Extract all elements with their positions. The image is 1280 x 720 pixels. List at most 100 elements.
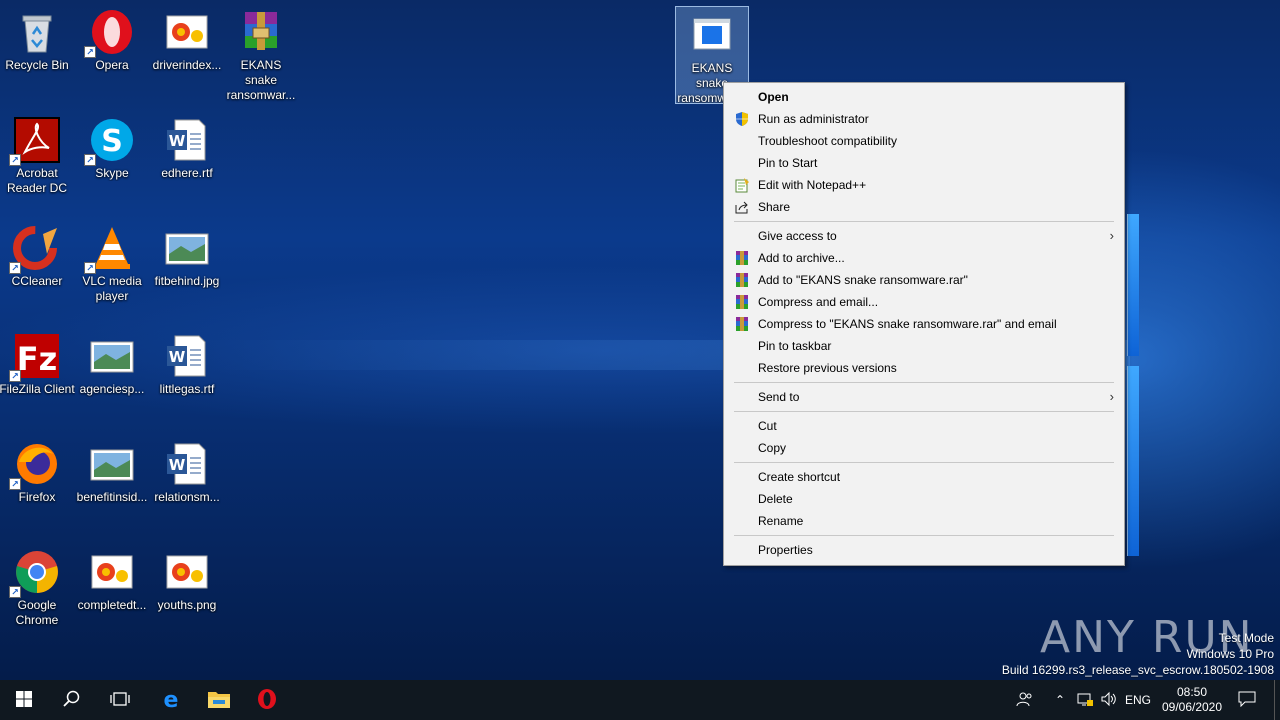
menu-item-rename[interactable]: Rename <box>724 510 1124 532</box>
shortcut-arrow-icon: ↗ <box>9 154 21 166</box>
menu-item-label: Add to archive... <box>758 251 845 265</box>
menu-item-copy[interactable]: Copy <box>724 437 1124 459</box>
menu-item-troubleshoot[interactable]: Troubleshoot compatibility <box>724 130 1124 152</box>
menu-separator <box>734 535 1114 536</box>
desktop-icon-fitbehind[interactable]: fitbehind.jpg <box>150 220 224 289</box>
desktop-icon-completedt[interactable]: completedt... <box>75 544 149 613</box>
taskbar-opera[interactable] <box>244 680 290 720</box>
svg-text:e: e <box>164 688 179 710</box>
start-button[interactable] <box>0 680 48 720</box>
desktop-icon-label: EKANS snake ransomwar... <box>226 58 296 102</box>
test-mode-watermark: Test Mode Windows 10 Pro Build 16299.rs3… <box>1002 630 1274 678</box>
clock-time: 08:50 <box>1176 685 1208 699</box>
menu-item-pin-to-start[interactable]: Pin to Start <box>724 152 1124 174</box>
desktop-icon-edhere[interactable]: W edhere.rtf <box>150 112 224 181</box>
svg-text:W: W <box>169 456 186 474</box>
clock[interactable]: 08:50 09/06/2020 <box>1158 680 1226 720</box>
menu-item-label: Copy <box>758 441 787 455</box>
taskbar-edge[interactable]: e <box>148 680 194 720</box>
skype-icon: S ↗ <box>84 116 136 166</box>
desktop-icon-agenciesp[interactable]: agenciesp... <box>75 328 149 397</box>
desktop-icon-driverindex[interactable]: driverindex... <box>150 4 224 73</box>
menu-item-label: Rename <box>758 514 804 528</box>
people-icon <box>1016 691 1034 710</box>
desktop-icon-vlc[interactable]: ↗ VLC media player <box>75 220 149 304</box>
menu-separator <box>734 411 1114 412</box>
desktop-icon-label: youths.png <box>157 598 217 612</box>
acrobat-icon: ↗ <box>9 116 61 166</box>
winrar-icon <box>734 294 750 310</box>
desktop-icon-chrome[interactable]: ↗ Google Chrome <box>0 544 74 628</box>
desktop-icon-littlegas[interactable]: W littlegas.rtf <box>150 328 224 397</box>
menu-item-open[interactable]: Open <box>724 86 1124 108</box>
task-view-button[interactable] <box>96 680 144 720</box>
menu-item-compress-to-rar-email[interactable]: Compress to "EKANS snake ransomware.rar"… <box>724 313 1124 335</box>
chrome-icon: ↗ <box>9 548 61 598</box>
desktop-icon-label: relationsm... <box>154 490 220 504</box>
shortcut-arrow-icon: ↗ <box>9 370 21 382</box>
menu-item-label: Compress and email... <box>758 295 879 309</box>
people-button[interactable] <box>1012 680 1038 720</box>
menu-item-label: Pin to Start <box>758 156 818 170</box>
menu-item-add-to-archive[interactable]: Add to archive... <box>724 247 1124 269</box>
language-indicator[interactable]: ENG <box>1122 680 1154 720</box>
desktop-icon-opera[interactable]: ↗ Opera <box>75 4 149 73</box>
menu-item-pin-to-taskbar[interactable]: Pin to taskbar <box>724 335 1124 357</box>
desktop-icon-label: Recycle Bin <box>5 58 69 72</box>
show-hidden-icons-button[interactable]: ⌃ <box>1050 680 1070 720</box>
menu-item-properties[interactable]: Properties <box>724 539 1124 561</box>
start-icon <box>16 690 32 710</box>
image-file-icon <box>88 548 136 596</box>
desktop-icon-recycle-bin[interactable]: Recycle Bin <box>0 4 74 73</box>
menu-item-create-shortcut[interactable]: Create shortcut <box>724 466 1124 488</box>
language-label: ENG <box>1124 693 1151 707</box>
shortcut-arrow-icon: ↗ <box>84 154 96 166</box>
menu-item-label: Open <box>758 90 789 104</box>
menu-item-label: Create shortcut <box>758 470 841 484</box>
show-desktop-button[interactable] <box>1274 680 1280 720</box>
menu-item-add-to-rar[interactable]: Add to "EKANS snake ransomware.rar" <box>724 269 1124 291</box>
menu-item-delete[interactable]: Delete <box>724 488 1124 510</box>
menu-item-edit-notepadpp[interactable]: Edit with Notepad++ <box>724 174 1124 196</box>
desktop-icon-benefitinsid[interactable]: benefitinsid... <box>75 436 149 505</box>
menu-item-label: Restore previous versions <box>758 361 897 375</box>
svg-text:W: W <box>169 132 186 150</box>
desktop-icon-ccleaner[interactable]: ↗ CCleaner <box>0 220 74 289</box>
watermark-line: Windows 10 Pro <box>1186 647 1274 661</box>
menu-item-give-access[interactable]: Give access to › <box>724 225 1124 247</box>
filezilla-icon: Fz ↗ <box>9 332 61 382</box>
notepadpp-icon <box>734 177 750 193</box>
menu-item-label: Troubleshoot compatibility <box>758 134 897 148</box>
task-view-icon <box>110 691 130 710</box>
desktop-icon-relationsm[interactable]: W relationsm... <box>150 436 224 505</box>
winrar-icon <box>734 272 750 288</box>
desktop[interactable]: Recycle Bin ↗ Acrobat Reader DC ↗ CClean… <box>0 0 1280 680</box>
taskbar-file-explorer[interactable] <box>196 680 242 720</box>
word-doc-icon: W <box>163 440 211 488</box>
winrar-icon <box>734 316 750 332</box>
shortcut-arrow-icon: ↗ <box>9 262 21 274</box>
notification-icon <box>1238 691 1256 710</box>
action-center-button[interactable] <box>1232 680 1262 720</box>
desktop-icon-label: Google Chrome <box>15 598 59 627</box>
menu-item-cut[interactable]: Cut <box>724 415 1124 437</box>
search-icon <box>63 690 81 711</box>
menu-item-compress-email[interactable]: Compress and email... <box>724 291 1124 313</box>
volume-button[interactable] <box>1098 680 1120 720</box>
menu-item-label: Edit with Notepad++ <box>758 178 867 192</box>
menu-item-send-to[interactable]: Send to › <box>724 386 1124 408</box>
desktop-icon-firefox[interactable]: ↗ Firefox <box>0 436 74 505</box>
desktop-icon-filezilla[interactable]: Fz ↗ FileZilla Client <box>0 328 75 397</box>
search-button[interactable] <box>48 680 96 720</box>
desktop-icon-ekans-rar[interactable]: EKANS snake ransomwar... <box>224 4 298 103</box>
network-button[interactable] <box>1074 680 1096 720</box>
ccleaner-icon: ↗ <box>9 224 61 274</box>
desktop-icon-youths[interactable]: youths.png <box>150 544 224 613</box>
vlc-icon: ↗ <box>84 224 136 274</box>
desktop-icon-skype[interactable]: S ↗ Skype <box>75 112 149 181</box>
desktop-icon-acrobat[interactable]: ↗ Acrobat Reader DC <box>0 112 74 196</box>
menu-item-run-as-admin[interactable]: Run as administrator <box>724 108 1124 130</box>
desktop-icon-label: CCleaner <box>11 274 63 288</box>
menu-item-share[interactable]: Share <box>724 196 1124 218</box>
menu-item-restore-versions[interactable]: Restore previous versions <box>724 357 1124 379</box>
